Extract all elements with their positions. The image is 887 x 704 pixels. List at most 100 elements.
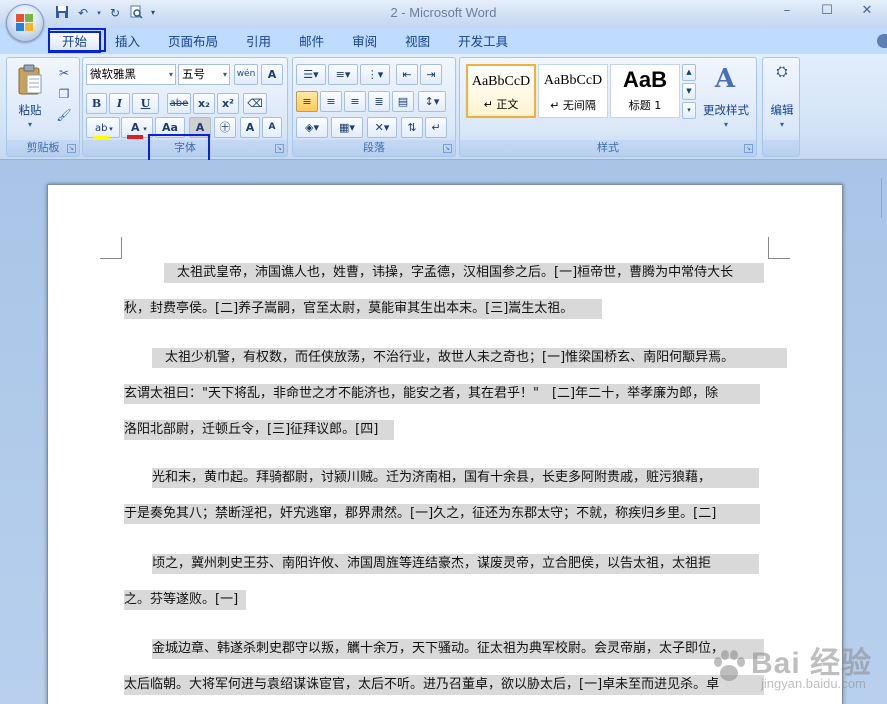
close-button[interactable]: ✕ xyxy=(847,0,887,22)
paste-icon[interactable] xyxy=(17,64,43,96)
phonetic-guide-button[interactable]: wén xyxy=(234,64,258,85)
tab-references[interactable]: 引用 xyxy=(232,31,285,53)
sort-button[interactable]: ⇅ xyxy=(401,117,423,138)
vertical-ruler-edge xyxy=(881,178,887,218)
paste-dropdown-icon[interactable]: ▾ xyxy=(21,116,39,134)
subscript-button[interactable]: x₂ xyxy=(193,93,215,114)
font-group-label-highlight xyxy=(148,134,210,162)
bold-button[interactable]: B xyxy=(86,93,107,114)
align-right-button[interactable]: ≡ xyxy=(344,91,366,112)
shrink-font-button[interactable]: A xyxy=(262,117,282,138)
paragraph-group-label: 段落 xyxy=(293,140,455,156)
text-highlight-button[interactable]: ab ▾ xyxy=(86,117,120,140)
format-painter-icon[interactable]: 🖌 xyxy=(55,106,73,124)
office-logo-icon xyxy=(16,14,34,32)
chinese-layout-button[interactable]: ✕▾ xyxy=(367,117,397,138)
cut-icon[interactable]: ✂ xyxy=(55,64,73,82)
distributed-button[interactable]: ▤ xyxy=(392,91,414,112)
text-line: 于是奏免其八；禁断淫祀，奸宄逃窜，郡界肃然。[一]久之，征还为东郡太守；不就，称… xyxy=(124,504,760,524)
multilevel-list-button[interactable]: ⋮▾ xyxy=(360,64,390,85)
style-heading-1[interactable]: AaB 标题 1 xyxy=(610,64,680,118)
styles-scroll-up-button[interactable]: ▲ xyxy=(682,64,696,81)
ribbon-tabs: 开始 插入 页面布局 引用 邮件 审阅 视图 开发工具 xyxy=(48,31,522,53)
strikethrough-button[interactable]: abe xyxy=(167,93,191,114)
style-name: ↵ 无间隔 xyxy=(550,99,596,112)
tab-insert[interactable]: 插入 xyxy=(101,31,154,53)
paragraph: 太祖武皇帝，沛国谯人也，姓曹，讳操，字孟德，汉相国参之后。[一]桓帝世，曹腾为中… xyxy=(124,263,764,323)
show-marks-button[interactable]: ↵ xyxy=(425,117,447,138)
tab-review[interactable]: 审阅 xyxy=(338,31,391,53)
numbering-button[interactable]: ≡▾ xyxy=(328,64,358,85)
document-area: 太祖武皇帝，沛国谯人也，姓曹，讳操，字孟德，汉相国参之后。[一]桓帝世，曹腾为中… xyxy=(0,160,887,704)
font-size-value: 五号 xyxy=(182,67,205,81)
align-left-button[interactable]: ≡ xyxy=(296,91,318,112)
home-tab-highlight xyxy=(48,28,106,52)
tab-developer[interactable]: 开发工具 xyxy=(444,31,522,53)
maximize-button[interactable]: ☐ xyxy=(807,0,847,22)
chevron-down-icon: ▾ xyxy=(168,70,173,79)
editing-group-label xyxy=(763,140,799,156)
justify-button[interactable]: ≣ xyxy=(368,91,390,112)
change-styles-icon[interactable]: A xyxy=(710,64,740,94)
tab-page-layout[interactable]: 页面布局 xyxy=(154,31,232,53)
text-line: 太祖少机警，有权数，而任侠放荡，不治行业，故世人未之奇也；[一]惟梁国桥玄、南阳… xyxy=(152,348,787,368)
styles-group-label: 样式 xyxy=(460,140,756,156)
paragraph-dialog-launcher[interactable]: ↘ xyxy=(443,144,452,153)
text-line: 顷之，冀州刺史王芬、南阳许攸、沛国周旌等连结豪杰，谋废灵帝，立合肥侯，以告太祖，… xyxy=(152,554,759,574)
highlighter-icon: ab xyxy=(93,122,110,140)
character-border-button[interactable]: A xyxy=(261,64,283,85)
style-name: ↵ 正文 xyxy=(483,98,519,111)
text-line: 太后临朝。大将军何进与袁绍谋诛宦官，太后不听。进乃召董卓，欲以胁太后，[一]卓未… xyxy=(124,675,764,695)
font-name-select[interactable]: 微软雅黑 ▾ xyxy=(86,64,176,85)
editing-dropdown-icon[interactable]: ▾ xyxy=(773,116,791,134)
increase-indent-button[interactable]: ⇥ xyxy=(420,64,442,85)
borders-button[interactable]: ▦▾ xyxy=(331,117,363,138)
paragraph-group: ☰▾ ≡▾ ⋮▾ ⇤ ⇥ ≡ ≡ ≡ ≣ ▤ ↕▾ ◈▾ ▦▾ ✕▾ ⇅ ↵ 段… xyxy=(292,57,456,157)
styles-scroll-down-button[interactable]: ▼ xyxy=(682,83,696,100)
office-button[interactable] xyxy=(6,4,44,42)
paw-icon xyxy=(714,650,745,681)
copy-icon[interactable]: ❐ xyxy=(55,85,73,103)
style-no-spacing[interactable]: AaBbCcD ↵ 无间隔 xyxy=(538,64,608,118)
change-styles-dropdown-icon[interactable]: ▾ xyxy=(717,116,735,134)
style-sample: AaBbCcD xyxy=(471,74,531,89)
shading-button[interactable]: ◈▾ xyxy=(296,117,328,138)
bullets-button[interactable]: ☰▾ xyxy=(296,64,326,85)
paragraph: 金城边章、韩遂杀刺史郡守以叛，觽十余万，天下骚动。征太祖为典军校尉。会灵帝崩，太… xyxy=(124,639,764,699)
line-spacing-button[interactable]: ↕▾ xyxy=(418,91,446,112)
binoculars-icon[interactable]: ⛭ xyxy=(772,64,792,86)
text-line: 秋，封费亭侯。[二]养子嵩嗣，官至太尉，莫能审其生出本末。[三]嵩生太祖。 xyxy=(124,299,602,319)
grow-font-button[interactable]: A xyxy=(240,117,260,138)
margin-corner-top-left xyxy=(100,237,122,259)
underline-button[interactable]: U xyxy=(132,93,159,114)
enclosed-characters-button[interactable]: ㊉ xyxy=(214,117,236,138)
tab-view[interactable]: 视图 xyxy=(391,31,444,53)
align-center-button[interactable]: ≡ xyxy=(320,91,342,112)
baidu-jingyan-watermark: Bai 经验 jingyan.baidu.com xyxy=(699,638,879,698)
italic-button[interactable]: I xyxy=(109,93,130,114)
editing-group: ⛭ 编辑 ▾ xyxy=(762,57,800,157)
styles-more-button[interactable]: ▾ xyxy=(682,102,696,119)
style-sample: AaBbCcD xyxy=(543,73,603,88)
minimize-button[interactable]: – xyxy=(767,0,807,22)
decrease-indent-button[interactable]: ⇤ xyxy=(396,64,418,85)
ribbon: 粘贴 ▾ ✂ ❐ 🖌 剪贴板 ↘ 微软雅黑 ▾ 五号 ▾ wén A B I U a… xyxy=(0,54,887,162)
font-dialog-launcher[interactable]: ↘ xyxy=(275,144,284,153)
window-controls: – ☐ ✕ xyxy=(767,0,887,22)
styles-dialog-launcher[interactable]: ↘ xyxy=(744,144,753,153)
paragraph: 太祖少机警，有权数，而任侠放荡，不治行业，故世人未之奇也；[一]惟梁国桥玄、南阳… xyxy=(124,348,787,448)
clipboard-dialog-launcher[interactable]: ↘ xyxy=(67,144,76,153)
style-normal[interactable]: AaBbCcD ↵ 正文 xyxy=(466,64,536,118)
margin-corner-top-right xyxy=(768,237,790,259)
superscript-button[interactable]: x² xyxy=(217,93,239,114)
paragraph: 光和末，黄巾起。拜骑都尉，讨颍川贼。迁为济南相，国有十余县，长吏多阿附贵戚，赃污… xyxy=(124,468,764,528)
font-size-select[interactable]: 五号 ▾ xyxy=(178,64,230,85)
font-name-value: 微软雅黑 xyxy=(90,67,136,81)
clear-formatting-button[interactable]: ⌫ xyxy=(243,93,267,114)
document-page[interactable]: 太祖武皇帝，沛国谯人也，姓曹，讳操，字孟德，汉相国参之后。[一]桓帝世，曹腾为中… xyxy=(47,184,843,704)
tab-mailings[interactable]: 邮件 xyxy=(285,31,338,53)
watermark-url: jingyan.baidu.com xyxy=(761,676,866,691)
style-name: 标题 1 xyxy=(628,99,662,112)
help-icon[interactable] xyxy=(877,34,887,48)
text-line: 太祖武皇帝，沛国谯人也，姓曹，讳操，字孟德，汉相国参之后。[一]桓帝世，曹腾为中… xyxy=(164,263,764,283)
